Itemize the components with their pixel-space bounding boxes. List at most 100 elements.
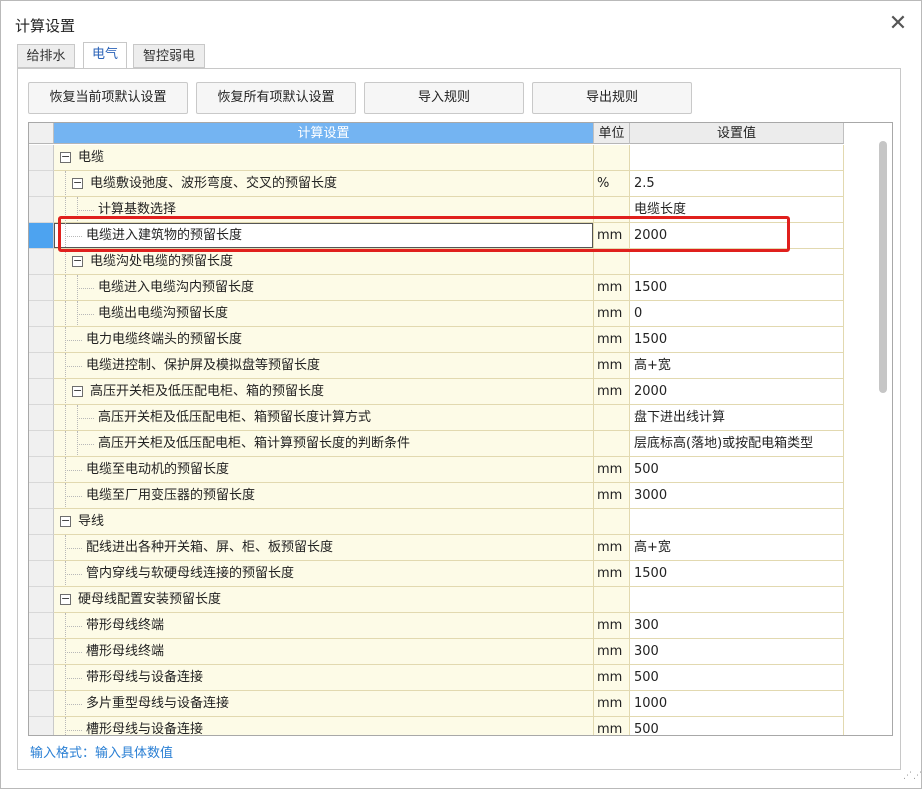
table-row[interactable]: 槽形母线终端 mm 300 xyxy=(29,639,844,665)
row-selector[interactable] xyxy=(29,249,54,275)
setting-name-cell[interactable]: 多片重型母线与设备连接 xyxy=(54,691,594,717)
value-cell[interactable]: 盘下进出线计算 xyxy=(630,405,844,431)
setting-name-cell[interactable]: 电缆进控制、保护屏及模拟盘等预留长度 xyxy=(54,353,594,379)
table-row[interactable]: 槽形母线与设备连接 mm 500 xyxy=(29,717,844,735)
setting-name-cell[interactable]: − 硬母线配置安装预留长度 xyxy=(54,587,594,613)
table-row[interactable]: 管内穿线与软硬母线连接的预留长度 mm 1500 xyxy=(29,561,844,587)
setting-name-cell[interactable]: 槽形母线与设备连接 xyxy=(54,717,594,735)
table-row[interactable]: 电缆出电缆沟预留长度 mm 0 xyxy=(29,301,844,327)
value-cell[interactable]: 1500 xyxy=(630,327,844,353)
value-cell[interactable]: 500 xyxy=(630,457,844,483)
row-selector[interactable] xyxy=(29,145,54,171)
setting-name-cell[interactable]: 电力电缆终端头的预留长度 xyxy=(54,327,594,353)
row-selector[interactable] xyxy=(29,353,54,379)
row-selector[interactable] xyxy=(29,639,54,665)
header-name[interactable]: 计算设置 xyxy=(54,123,594,144)
row-selector[interactable] xyxy=(29,171,54,197)
value-cell[interactable]: 300 xyxy=(630,639,844,665)
value-cell[interactable] xyxy=(630,249,844,275)
table-row[interactable]: 带形母线与设备连接 mm 500 xyxy=(29,665,844,691)
value-cell[interactable]: 2.5 xyxy=(630,171,844,197)
collapse-icon[interactable]: − xyxy=(60,151,71,163)
table-row[interactable]: 配线进出各种开关箱、屏、柜、板预留长度 mm 高+宽 xyxy=(29,535,844,561)
value-cell[interactable] xyxy=(630,587,844,613)
tab-smart-control[interactable]: 智控弱电 xyxy=(133,44,205,68)
tab-water[interactable]: 给排水 xyxy=(17,44,75,68)
row-selector[interactable] xyxy=(29,561,54,587)
setting-name-cell[interactable]: − 电缆敷设弛度、波形弯度、交叉的预留长度 xyxy=(54,171,594,197)
row-selector[interactable] xyxy=(29,483,54,509)
setting-name-cell[interactable]: 高压开关柜及低压配电柜、箱计算预留长度的判断条件 xyxy=(54,431,594,457)
setting-name-cell[interactable]: − 导线 xyxy=(54,509,594,535)
row-selector[interactable] xyxy=(29,223,54,249)
table-row[interactable]: 电力电缆终端头的预留长度 mm 1500 xyxy=(29,327,844,353)
value-cell[interactable]: 500 xyxy=(630,717,844,735)
setting-name-cell[interactable]: 电缆进入建筑物的预留长度 xyxy=(54,223,594,249)
row-selector[interactable] xyxy=(29,197,54,223)
setting-name-cell[interactable]: 管内穿线与软硬母线连接的预留长度 xyxy=(54,561,594,587)
setting-name-cell[interactable]: 槽形母线终端 xyxy=(54,639,594,665)
row-selector[interactable] xyxy=(29,717,54,735)
collapse-icon[interactable]: − xyxy=(72,177,83,189)
row-selector[interactable] xyxy=(29,509,54,535)
setting-name-cell[interactable]: 高压开关柜及低压配电柜、箱预留长度计算方式 xyxy=(54,405,594,431)
table-row[interactable]: 电缆进入建筑物的预留长度 mm 2000 xyxy=(29,223,844,249)
table-row[interactable]: 电缆至电动机的预留长度 mm 500 xyxy=(29,457,844,483)
setting-name-cell[interactable]: 配线进出各种开关箱、屏、柜、板预留长度 xyxy=(54,535,594,561)
row-selector[interactable] xyxy=(29,327,54,353)
table-row[interactable]: 计算基数选择 电缆长度 xyxy=(29,197,844,223)
setting-name-cell[interactable]: 带形母线与设备连接 xyxy=(54,665,594,691)
value-cell[interactable]: 2000 xyxy=(630,379,844,405)
value-cell[interactable]: 1500 xyxy=(630,275,844,301)
row-selector[interactable] xyxy=(29,431,54,457)
table-row[interactable]: − 电缆敷设弛度、波形弯度、交叉的预留长度% 2.5 xyxy=(29,171,844,197)
close-icon[interactable]: ✕ xyxy=(885,11,911,37)
setting-name-cell[interactable]: 计算基数选择 xyxy=(54,197,594,223)
row-selector[interactable] xyxy=(29,535,54,561)
header-value[interactable]: 设置值 xyxy=(630,123,844,144)
collapse-icon[interactable]: − xyxy=(60,593,71,605)
collapse-icon[interactable]: − xyxy=(60,515,71,527)
value-cell[interactable]: 高+宽 xyxy=(630,535,844,561)
setting-name-cell[interactable]: 电缆至厂用变压器的预留长度 xyxy=(54,483,594,509)
table-row[interactable]: 电缆进控制、保护屏及模拟盘等预留长度 mm 高+宽 xyxy=(29,353,844,379)
row-selector[interactable] xyxy=(29,691,54,717)
collapse-icon[interactable]: − xyxy=(72,255,83,267)
setting-name-cell[interactable]: − 电缆 xyxy=(54,145,594,171)
table-row[interactable]: − 硬母线配置安装预留长度 xyxy=(29,587,844,613)
setting-name-cell[interactable]: − 高压开关柜及低压配电柜、箱的预留长度 xyxy=(54,379,594,405)
table-row[interactable]: 高压开关柜及低压配电柜、箱计算预留长度的判断条件 层底标高(落地)或按配电箱类型 xyxy=(29,431,844,457)
row-selector[interactable] xyxy=(29,275,54,301)
value-cell[interactable]: 1000 xyxy=(630,691,844,717)
value-cell[interactable]: 2000 xyxy=(630,223,844,249)
value-cell[interactable]: 500 xyxy=(630,665,844,691)
scrollbar-thumb[interactable] xyxy=(879,141,887,393)
row-selector[interactable] xyxy=(29,301,54,327)
table-row[interactable]: 带形母线终端 mm 300 xyxy=(29,613,844,639)
table-row[interactable]: − 导线 xyxy=(29,509,844,535)
setting-name-cell[interactable]: 带形母线终端 xyxy=(54,613,594,639)
value-cell[interactable]: 3000 xyxy=(630,483,844,509)
resize-grip-icon[interactable]: ⋰⋰ xyxy=(903,772,922,785)
row-selector[interactable] xyxy=(29,613,54,639)
setting-name-cell[interactable]: 电缆至电动机的预留长度 xyxy=(54,457,594,483)
table-row[interactable]: − 电缆 xyxy=(29,145,844,171)
table-row[interactable]: 高压开关柜及低压配电柜、箱预留长度计算方式 盘下进出线计算 xyxy=(29,405,844,431)
row-selector[interactable] xyxy=(29,405,54,431)
table-row[interactable]: − 高压开关柜及低压配电柜、箱的预留长度 mm 2000 xyxy=(29,379,844,405)
export-rules-button[interactable]: 导出规则 xyxy=(532,82,692,114)
table-row[interactable]: 电缆进入电缆沟内预留长度 mm 1500 xyxy=(29,275,844,301)
tab-electrical[interactable]: 电气 xyxy=(83,42,127,69)
setting-name-cell[interactable]: 电缆出电缆沟预留长度 xyxy=(54,301,594,327)
value-cell[interactable]: 层底标高(落地)或按配电箱类型 xyxy=(630,431,844,457)
value-cell[interactable]: 0 xyxy=(630,301,844,327)
value-cell[interactable]: 1500 xyxy=(630,561,844,587)
setting-name-cell[interactable]: 电缆进入电缆沟内预留长度 xyxy=(54,275,594,301)
value-cell[interactable] xyxy=(630,145,844,171)
value-cell[interactable]: 300 xyxy=(630,613,844,639)
value-cell[interactable] xyxy=(630,509,844,535)
table-row[interactable]: 多片重型母线与设备连接 mm 1000 xyxy=(29,691,844,717)
import-rules-button[interactable]: 导入规则 xyxy=(364,82,524,114)
value-cell[interactable]: 高+宽 xyxy=(630,353,844,379)
row-selector[interactable] xyxy=(29,379,54,405)
